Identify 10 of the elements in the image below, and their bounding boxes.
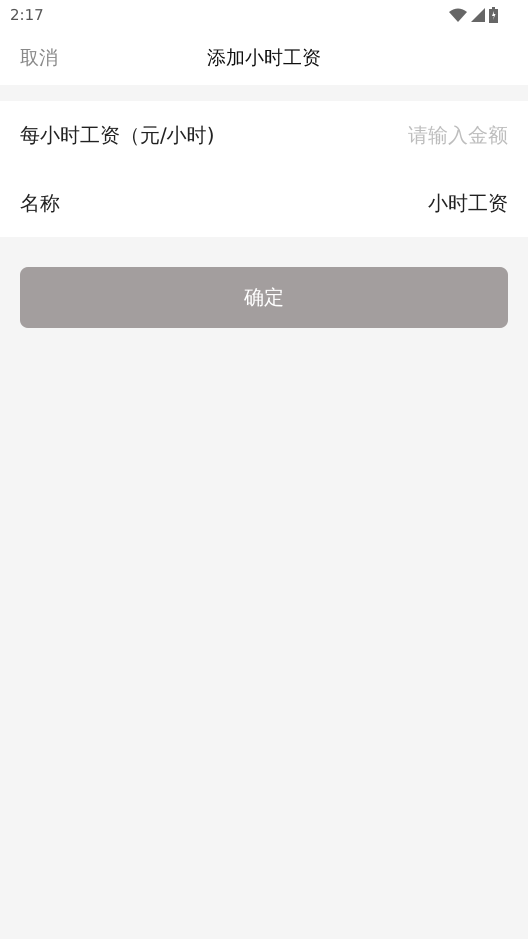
field-label: 名称 [20, 190, 60, 216]
battery-icon [489, 7, 498, 23]
name-value[interactable]: 小时工资 [428, 190, 508, 216]
amount-input[interactable]: 请输入金额 [358, 123, 508, 147]
field-label: 每小时工资（元/小时) [20, 122, 215, 148]
page-title: 添加小时工资 [207, 46, 321, 70]
status-time: 2:17 [10, 6, 44, 24]
cancel-button[interactable]: 取消 [20, 44, 58, 70]
signal-icon [471, 8, 485, 22]
wifi-icon [449, 8, 467, 22]
